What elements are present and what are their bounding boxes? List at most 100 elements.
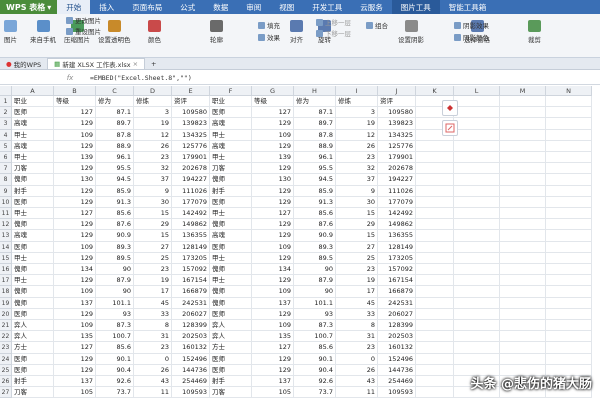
- table-cell[interactable]: [416, 163, 454, 174]
- menu-tab-8[interactable]: 云服务: [351, 0, 392, 14]
- table-cell[interactable]: 89.3: [96, 242, 134, 253]
- table-cell[interactable]: 12: [336, 130, 378, 141]
- table-cell[interactable]: 139: [252, 152, 294, 163]
- table-cell[interactable]: [500, 230, 546, 241]
- table-cell[interactable]: [500, 141, 546, 152]
- table-cell[interactable]: 33: [134, 309, 172, 320]
- ribbon-small-8[interactable]: 阴影颜色: [454, 32, 489, 42]
- table-cell[interactable]: 26: [336, 365, 378, 376]
- table-cell[interactable]: 149862: [378, 219, 416, 230]
- table-cell[interactable]: 医师: [210, 197, 252, 208]
- table-cell[interactable]: 89.5: [294, 253, 336, 264]
- table-cell[interactable]: 弈人: [12, 320, 54, 331]
- table-cell[interactable]: 87.9: [294, 275, 336, 286]
- ribbon-button-4[interactable]: 颜色: [148, 20, 161, 44]
- table-cell[interactable]: 方士: [210, 342, 252, 353]
- table-cell[interactable]: [546, 298, 592, 309]
- table-cell[interactable]: 111026: [378, 186, 416, 197]
- table-cell[interactable]: 94.5: [294, 174, 336, 185]
- table-cell[interactable]: 90.9: [294, 230, 336, 241]
- table-cell[interactable]: 129: [54, 275, 96, 286]
- table-cell[interactable]: [454, 186, 500, 197]
- table-cell[interactable]: 高魂: [12, 141, 54, 152]
- table-cell[interactable]: 26: [336, 141, 378, 152]
- table-cell[interactable]: 127: [54, 342, 96, 353]
- table-cell[interactable]: 127: [54, 107, 96, 118]
- fx-icon[interactable]: fx: [50, 74, 90, 82]
- table-cell[interactable]: 254469: [172, 376, 210, 387]
- table-cell[interactable]: [454, 163, 500, 174]
- table-cell[interactable]: [416, 208, 454, 219]
- table-cell[interactable]: 152496: [378, 354, 416, 365]
- table-cell[interactable]: 傀师: [12, 219, 54, 230]
- table-cell[interactable]: 144736: [378, 365, 416, 376]
- column-header-E[interactable]: E: [172, 86, 210, 96]
- formula-input[interactable]: =EMBED("Excel.Sheet.8",""): [90, 74, 192, 82]
- table-cell[interactable]: [500, 298, 546, 309]
- row-header[interactable]: 17: [0, 275, 12, 286]
- table-cell[interactable]: [546, 152, 592, 163]
- table-cell[interactable]: 129: [252, 354, 294, 365]
- ribbon-button-3[interactable]: 设置透明色: [98, 20, 131, 44]
- table-cell[interactable]: 职业: [12, 96, 54, 107]
- table-cell[interactable]: 9: [134, 186, 172, 197]
- table-cell[interactable]: 23: [336, 342, 378, 353]
- table-cell[interactable]: 129: [54, 118, 96, 129]
- table-cell[interactable]: 傀师: [210, 286, 252, 297]
- ribbon-small-5[interactable]: 下移一层: [316, 28, 351, 38]
- ribbon-button-8[interactable]: 设置阴影: [398, 20, 424, 44]
- table-cell[interactable]: 129: [54, 253, 96, 264]
- table-cell[interactable]: 90.1: [96, 354, 134, 365]
- table-cell[interactable]: [546, 309, 592, 320]
- table-cell[interactable]: [416, 342, 454, 353]
- table-cell[interactable]: [454, 197, 500, 208]
- table-cell[interactable]: 128399: [172, 320, 210, 331]
- table-cell[interactable]: 173205: [172, 253, 210, 264]
- table-cell[interactable]: 医师: [210, 354, 252, 365]
- table-cell[interactable]: 87.6: [96, 219, 134, 230]
- table-cell[interactable]: 29: [336, 219, 378, 230]
- table-cell[interactable]: [416, 365, 454, 376]
- table-cell[interactable]: 甲士: [210, 130, 252, 141]
- table-cell[interactable]: 27: [134, 242, 172, 253]
- table-cell[interactable]: 91.3: [294, 197, 336, 208]
- table-cell[interactable]: 139823: [172, 118, 210, 129]
- table-cell[interactable]: 85.6: [294, 208, 336, 219]
- table-cell[interactable]: 101.1: [96, 298, 134, 309]
- row-header[interactable]: 25: [0, 365, 12, 376]
- column-header-K[interactable]: K: [416, 86, 454, 96]
- table-cell[interactable]: 206027: [378, 309, 416, 320]
- table-cell[interactable]: 甲士: [12, 152, 54, 163]
- table-cell[interactable]: 93: [96, 309, 134, 320]
- table-cell[interactable]: 109: [252, 130, 294, 141]
- table-cell[interactable]: 129: [54, 186, 96, 197]
- table-cell[interactable]: 11: [336, 387, 378, 398]
- table-cell[interactable]: [416, 152, 454, 163]
- ribbon-small-6[interactable]: 组合: [366, 20, 388, 30]
- table-cell[interactable]: 90: [294, 286, 336, 297]
- table-cell[interactable]: 甲士: [210, 208, 252, 219]
- table-cell[interactable]: [454, 141, 500, 152]
- table-cell[interactable]: 87.3: [294, 320, 336, 331]
- row-header[interactable]: 18: [0, 286, 12, 297]
- table-cell[interactable]: [416, 320, 454, 331]
- table-cell[interactable]: [546, 264, 592, 275]
- column-header-B[interactable]: B: [54, 86, 96, 96]
- table-cell[interactable]: 87.1: [96, 107, 134, 118]
- table-cell[interactable]: 129: [252, 118, 294, 129]
- table-cell[interactable]: 37: [134, 174, 172, 185]
- table-cell[interactable]: [416, 141, 454, 152]
- table-cell[interactable]: 179901: [378, 152, 416, 163]
- row-header[interactable]: 1: [0, 96, 12, 107]
- ribbon-button-10[interactable]: 裁剪: [528, 20, 541, 44]
- table-cell[interactable]: [500, 309, 546, 320]
- table-cell[interactable]: [500, 186, 546, 197]
- table-cell[interactable]: [416, 253, 454, 264]
- table-cell[interactable]: 177079: [172, 197, 210, 208]
- table-cell[interactable]: 129: [252, 253, 294, 264]
- table-cell[interactable]: 射手: [210, 376, 252, 387]
- table-cell[interactable]: 135: [54, 331, 96, 342]
- table-cell[interactable]: [546, 253, 592, 264]
- table-cell[interactable]: [500, 264, 546, 275]
- table-cell[interactable]: 傀师: [210, 264, 252, 275]
